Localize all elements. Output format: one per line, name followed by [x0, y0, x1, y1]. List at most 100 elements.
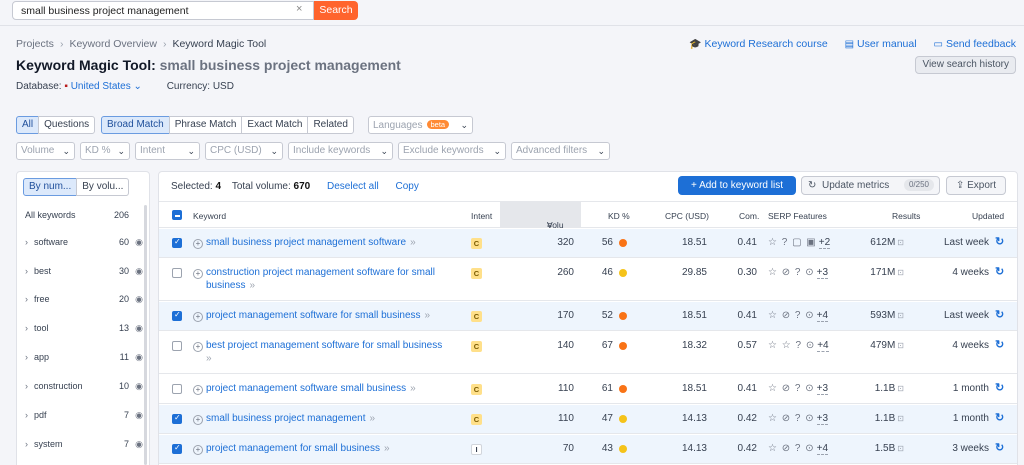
group-item[interactable]: › app 11 ◉	[25, 352, 143, 362]
col-intent[interactable]: Intent	[471, 211, 492, 221]
manual-link[interactable]: ▤ User manual	[845, 38, 917, 50]
row-checkbox[interactable]	[172, 413, 182, 424]
row-checkbox[interactable]	[172, 268, 182, 278]
refresh-icon[interactable]: ↻	[995, 441, 1004, 454]
group-item[interactable]: › construction 10 ◉	[25, 381, 143, 391]
add-to-keyword-list-button[interactable]: + Add to keyword list	[678, 176, 796, 195]
refresh-icon[interactable]: ↻	[995, 338, 1004, 351]
search-button[interactable]: Search	[314, 1, 358, 20]
eye-icon[interactable]: ◉	[135, 439, 143, 450]
serp-search-icon[interactable]: ⊡	[897, 341, 904, 350]
eye-icon[interactable]: ◉	[135, 294, 143, 305]
serp-more[interactable]: +3	[816, 267, 829, 279]
col-serp-features[interactable]: SERP Features	[768, 211, 827, 221]
deselect-all-link[interactable]: Deselect all	[327, 181, 379, 192]
keyword-link[interactable]: + project management software small busin…	[193, 383, 416, 395]
update-metrics-button[interactable]: ↻ Update metrics 0/250	[801, 176, 940, 195]
tab-questions[interactable]: Questions	[38, 116, 96, 134]
eye-icon[interactable]: ◉	[135, 352, 143, 363]
eye-icon[interactable]: ◉	[135, 410, 143, 421]
serp-search-icon[interactable]: ⊡	[897, 414, 904, 423]
keyword-link-cont[interactable]: business»	[206, 280, 255, 291]
serp-search-icon[interactable]: ⊡	[897, 238, 904, 247]
refresh-icon[interactable]: ↻	[995, 381, 1004, 394]
serp-search-icon[interactable]: ⊡	[897, 311, 904, 320]
tab-by-volume[interactable]: By volu...	[76, 178, 130, 196]
table-row[interactable]: + construction project management softwar…	[159, 259, 1017, 301]
keyword-link[interactable]: + project management for small business »	[193, 443, 390, 455]
add-icon[interactable]: +	[193, 269, 203, 279]
keyword-link[interactable]: + construction project management softwar…	[193, 267, 435, 279]
filter-kd[interactable]: KD % ⌄	[80, 142, 130, 160]
add-icon[interactable]: +	[193, 385, 203, 395]
row-checkbox[interactable]	[172, 237, 182, 248]
col-updated[interactable]: Updated	[972, 211, 1004, 221]
col-com[interactable]: Com.	[739, 211, 759, 221]
breadcrumb-keyword-overview[interactable]: Keyword Overview	[69, 38, 157, 50]
course-link[interactable]: 🎓 Keyword Research course	[689, 38, 828, 50]
row-checkbox[interactable]	[172, 341, 182, 351]
table-row[interactable]: + project management software small busin…	[159, 375, 1017, 404]
copy-link[interactable]: Copy	[395, 181, 418, 192]
eye-icon[interactable]: ◉	[135, 323, 143, 334]
double-chevron-icon[interactable]: »	[384, 443, 390, 454]
serp-search-icon[interactable]: ⊡	[897, 444, 904, 453]
tab-exact-match[interactable]: Exact Match	[241, 116, 309, 134]
double-chevron-icon[interactable]: »	[249, 280, 255, 291]
select-all-checkbox[interactable]	[172, 210, 182, 220]
col-results[interactable]: Results	[892, 211, 920, 221]
add-icon[interactable]: +	[193, 312, 203, 322]
eye-icon[interactable]: ◉	[135, 381, 143, 392]
table-row[interactable]: +project management for small business» …	[159, 435, 1017, 464]
double-chevron-icon[interactable]: »	[370, 413, 376, 424]
serp-more[interactable]: +2	[818, 237, 831, 249]
group-item[interactable]: › best 30 ◉	[25, 266, 143, 276]
group-item[interactable]: › free 20 ◉	[25, 294, 143, 304]
col-kd[interactable]: KD %	[608, 211, 630, 221]
keyword-link[interactable]: + small business project management »	[193, 413, 375, 425]
add-icon[interactable]: +	[193, 415, 203, 425]
tab-broad-match[interactable]: Broad Match	[101, 116, 170, 134]
clear-search-icon[interactable]: ×	[296, 3, 302, 15]
eye-icon[interactable]: ◉	[135, 266, 143, 277]
database-select[interactable]: United States ⌄	[71, 81, 142, 92]
keyword-link[interactable]: + project management software for small b…	[193, 310, 430, 322]
filter-include-keywords[interactable]: Include keywords ⌄	[288, 142, 393, 160]
refresh-icon[interactable]: ↻	[995, 265, 1004, 278]
row-checkbox[interactable]	[172, 443, 182, 454]
tab-related[interactable]: Related	[307, 116, 354, 134]
group-item[interactable]: › pdf 7 ◉	[25, 410, 143, 420]
filter-advanced[interactable]: Advanced filters ⌄	[511, 142, 610, 160]
tab-all[interactable]: All	[16, 116, 40, 134]
group-item[interactable]: › system 7 ◉	[25, 439, 143, 449]
col-cpc[interactable]: CPC (USD)	[665, 211, 709, 221]
serp-more[interactable]: +3	[816, 413, 829, 425]
add-icon[interactable]: +	[193, 445, 203, 455]
filter-intent[interactable]: Intent ⌄	[135, 142, 200, 160]
double-chevron-icon[interactable]: »	[206, 353, 212, 364]
breadcrumb-projects[interactable]: Projects	[16, 38, 54, 50]
double-chevron-icon[interactable]: »	[425, 310, 431, 321]
eye-icon[interactable]: ◉	[135, 237, 143, 248]
col-keyword[interactable]: Keyword	[193, 211, 226, 221]
filter-volume[interactable]: Volume ⌄	[16, 142, 75, 160]
refresh-icon[interactable]: ↻	[995, 308, 1004, 321]
serp-more[interactable]: +4	[816, 443, 829, 455]
table-row[interactable]: +small business project management softw…	[159, 229, 1017, 258]
serp-search-icon[interactable]: ⊡	[897, 268, 904, 277]
group-item[interactable]: › tool 13 ◉	[25, 323, 143, 333]
row-checkbox[interactable]	[172, 310, 182, 321]
group-item[interactable]: › software 60 ◉	[25, 237, 143, 247]
refresh-icon[interactable]: ↻	[995, 411, 1004, 424]
filter-exclude-keywords[interactable]: Exclude keywords ⌄	[398, 142, 506, 160]
table-row[interactable]: +small business project management » C 11…	[159, 405, 1017, 434]
view-search-history-button[interactable]: View search history	[915, 56, 1016, 74]
add-icon[interactable]: +	[193, 239, 203, 249]
refresh-icon[interactable]: ↻	[995, 235, 1004, 248]
double-chevron-icon[interactable]: »	[410, 237, 416, 248]
add-icon[interactable]: +	[193, 342, 203, 352]
double-chevron-icon[interactable]: »	[410, 383, 416, 394]
table-row[interactable]: + best project management software for sm…	[159, 332, 1017, 374]
tab-phrase-match[interactable]: Phrase Match	[168, 116, 243, 134]
export-button[interactable]: ⇪ Export	[946, 176, 1006, 195]
